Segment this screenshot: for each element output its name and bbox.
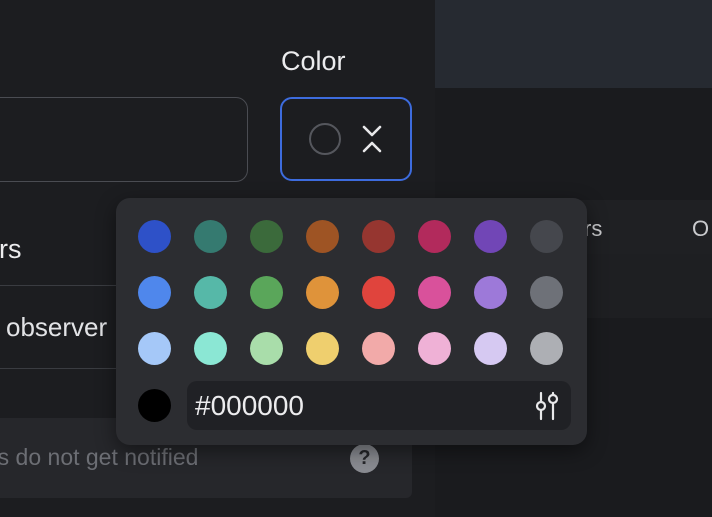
observer-option[interactable]: observer xyxy=(6,312,107,343)
color-swatch[interactable] xyxy=(362,220,395,253)
current-color-swatch xyxy=(138,389,171,422)
name-input[interactable] xyxy=(0,97,248,182)
color-swatch[interactable] xyxy=(138,276,171,309)
section-label-observers: ers xyxy=(0,234,22,264)
color-swatch[interactable] xyxy=(418,332,451,365)
color-swatch[interactable] xyxy=(250,276,283,309)
color-label: Color xyxy=(281,46,346,76)
color-swatch[interactable] xyxy=(250,220,283,253)
color-swatch[interactable] xyxy=(306,276,339,309)
color-swatch[interactable] xyxy=(474,276,507,309)
right-header-area xyxy=(435,0,712,88)
right-tab-other[interactable]: O xyxy=(692,216,709,242)
sliders-icon[interactable] xyxy=(533,391,561,421)
question-icon[interactable]: ? xyxy=(350,444,379,473)
color-swatch[interactable] xyxy=(194,332,227,365)
color-swatch[interactable] xyxy=(530,276,563,309)
hex-color-value[interactable]: #000000 xyxy=(195,390,304,422)
color-swatch[interactable] xyxy=(418,220,451,253)
chevron-up-down-icon xyxy=(362,125,382,153)
color-swatch[interactable] xyxy=(530,332,563,365)
color-swatch[interactable] xyxy=(138,220,171,253)
selected-color-swatch xyxy=(309,123,341,155)
color-swatch[interactable] xyxy=(194,220,227,253)
color-swatch[interactable] xyxy=(138,332,171,365)
color-swatch[interactable] xyxy=(362,276,395,309)
color-swatch[interactable] xyxy=(306,220,339,253)
color-swatch[interactable] xyxy=(418,276,451,309)
notice-text: rs do not get notified xyxy=(0,444,199,470)
color-select-button[interactable] xyxy=(280,97,412,181)
color-swatch[interactable] xyxy=(530,220,563,253)
color-swatch[interactable] xyxy=(194,276,227,309)
color-swatch[interactable] xyxy=(474,220,507,253)
color-swatch[interactable] xyxy=(250,332,283,365)
color-swatch[interactable] xyxy=(474,332,507,365)
color-swatch[interactable] xyxy=(362,332,395,365)
color-swatch[interactable] xyxy=(306,332,339,365)
